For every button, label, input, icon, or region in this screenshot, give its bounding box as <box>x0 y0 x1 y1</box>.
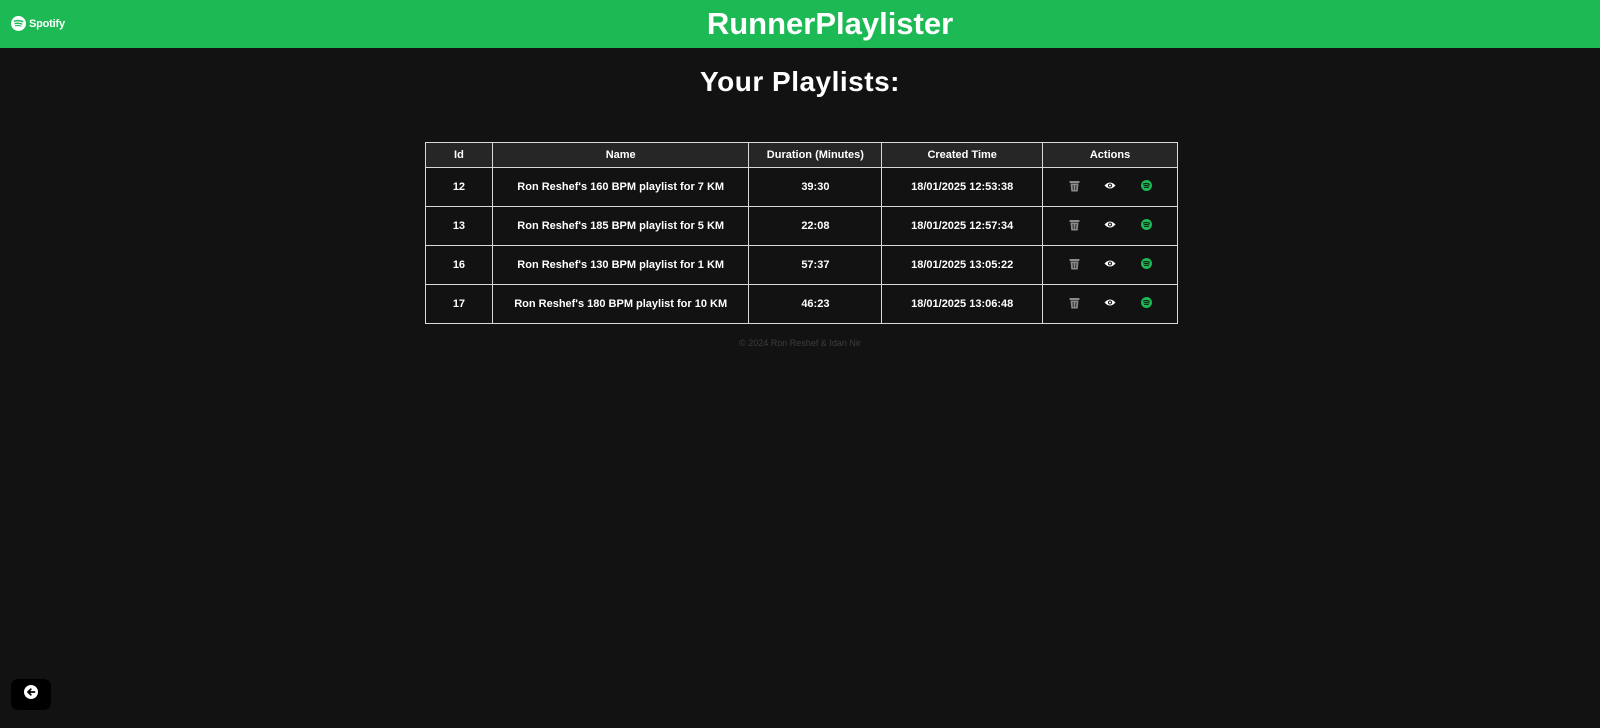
cell-actions <box>1042 206 1178 246</box>
spotify-icon <box>1140 180 1152 194</box>
trash-icon <box>1069 219 1080 234</box>
cell-created-time: 18/01/2025 12:57:34 <box>881 206 1044 246</box>
view-button[interactable] <box>1104 220 1116 232</box>
footer-copyright: © 2024 Ron Reshef & Idan Nir <box>739 338 861 348</box>
row-actions <box>1043 258 1177 273</box>
spotify-logo-text: Spotify <box>29 17 65 30</box>
delete-button[interactable] <box>1068 219 1080 234</box>
cell-name: Ron Reshef's 180 BPM playlist for 10 KM <box>491 284 750 324</box>
cell-duration: 39:30 <box>748 167 883 207</box>
table-row: 13 Ron Reshef's 185 BPM playlist for 5 KM… <box>425 206 1178 246</box>
column-header-duration: Duration (Minutes) <box>748 142 883 168</box>
column-header-name: Name <box>491 142 750 168</box>
spotify-icon <box>1140 219 1152 233</box>
cell-duration: 57:37 <box>748 245 883 285</box>
cell-actions <box>1042 167 1178 207</box>
view-button[interactable] <box>1104 181 1116 193</box>
column-header-actions: Actions <box>1042 142 1178 168</box>
trash-icon <box>1069 180 1080 195</box>
cell-name: Ron Reshef's 130 BPM playlist for 1 KM <box>491 245 750 285</box>
trash-icon <box>1069 258 1080 273</box>
eye-icon <box>1104 220 1116 232</box>
cell-id: 16 <box>425 245 493 285</box>
eye-icon <box>1104 181 1116 193</box>
cell-name: Ron Reshef's 160 BPM playlist for 7 KM <box>491 167 750 207</box>
eye-icon <box>1104 298 1116 310</box>
cell-actions <box>1042 284 1178 324</box>
table-row: 17 Ron Reshef's 180 BPM playlist for 10 K… <box>425 284 1178 324</box>
top-bar: Spotify RunnerPlaylister <box>0 0 1600 48</box>
cell-id: 17 <box>425 284 493 324</box>
column-header-id: Id <box>425 142 493 168</box>
cell-id: 13 <box>425 206 493 246</box>
cell-created-time: 18/01/2025 12:53:38 <box>881 167 1044 207</box>
trash-icon <box>1069 297 1080 312</box>
cell-created-time: 18/01/2025 13:05:22 <box>881 245 1044 285</box>
eye-icon <box>1104 259 1116 271</box>
row-actions <box>1043 219 1177 234</box>
spotify-icon <box>1140 258 1152 272</box>
table-row: 16 Ron Reshef's 130 BPM playlist for 1 KM… <box>425 245 1178 285</box>
spotify-icon <box>1140 297 1152 311</box>
open-in-spotify-button[interactable] <box>1140 258 1152 272</box>
cell-actions <box>1042 245 1178 285</box>
cell-id: 12 <box>425 167 493 207</box>
delete-button[interactable] <box>1068 258 1080 273</box>
app-title: RunnerPlaylister <box>706 6 954 41</box>
delete-button[interactable] <box>1068 180 1080 195</box>
open-in-spotify-button[interactable] <box>1140 297 1152 311</box>
cell-created-time: 18/01/2025 13:06:48 <box>881 284 1044 324</box>
back-button[interactable] <box>11 679 51 710</box>
spotify-icon <box>11 16 26 31</box>
open-in-spotify-button[interactable] <box>1140 219 1152 233</box>
column-header-created-time: Created Time <box>881 142 1044 168</box>
page-title: Your Playlists: <box>700 66 900 97</box>
table-row: 12 Ron Reshef's 160 BPM playlist for 7 KM… <box>425 167 1178 207</box>
row-actions <box>1043 297 1177 312</box>
row-actions <box>1043 180 1177 195</box>
open-in-spotify-button[interactable] <box>1140 180 1152 194</box>
spotify-logo[interactable]: Spotify <box>11 16 65 31</box>
view-button[interactable] <box>1104 259 1116 271</box>
cell-duration: 46:23 <box>748 284 883 324</box>
view-button[interactable] <box>1104 298 1116 310</box>
cell-duration: 22:08 <box>748 206 883 246</box>
delete-button[interactable] <box>1068 297 1080 312</box>
arrow-left-icon <box>24 685 38 704</box>
playlists-table: Id Name Duration (Minutes) Created Time … <box>425 142 1178 324</box>
cell-name: Ron Reshef's 185 BPM playlist for 5 KM <box>491 206 750 246</box>
table-header-row: Id Name Duration (Minutes) Created Time … <box>425 142 1178 168</box>
